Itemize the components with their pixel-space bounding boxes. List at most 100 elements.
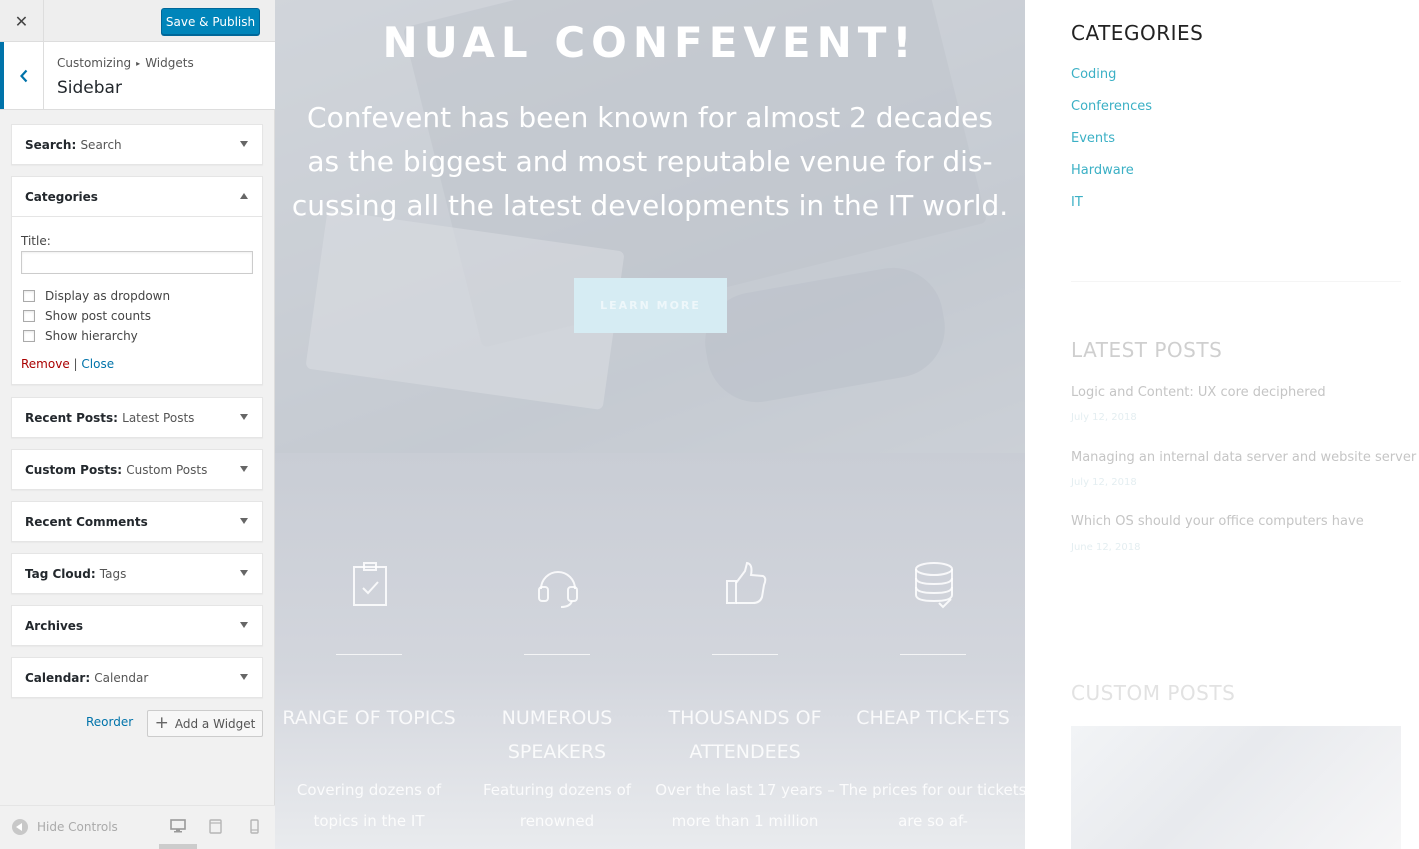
feature-divider: [712, 654, 778, 655]
title-input[interactable]: [21, 251, 253, 274]
expand-arrow-icon[interactable]: [240, 674, 248, 680]
collapse-arrow-icon[interactable]: [240, 193, 248, 199]
feature-text: The prices for our tickets are so af-: [839, 781, 1027, 830]
post-link[interactable]: Which OS should your office computers ha…: [1071, 514, 1364, 529]
feature-divider: [524, 654, 590, 655]
widget-search-header[interactable]: Search: Search: [12, 125, 262, 164]
show-post-counts-option[interactable]: Show post counts: [23, 309, 151, 323]
mobile-device-icon[interactable]: [250, 819, 259, 834]
breadcrumb-parent: Customizing: [57, 56, 132, 70]
hero-text: Confevent has been known for almost 2 de…: [291, 101, 1009, 222]
back-button[interactable]: [0, 42, 44, 109]
feature-divider: [900, 654, 966, 655]
site-preview: NUAL CONFEVENT! Confevent has been known…: [275, 0, 1419, 849]
breadcrumb-separator: ▸: [136, 59, 141, 68]
remove-link[interactable]: Remove: [21, 357, 70, 371]
custom-post-thumbnail[interactable]: [1071, 726, 1401, 849]
widget-calendar-header[interactable]: Calendar: Calendar: [12, 658, 262, 697]
category-link[interactable]: Hardware: [1071, 163, 1152, 195]
show-hierarchy-label: Show hierarchy: [45, 329, 138, 343]
headset-icon: [538, 571, 578, 608]
close-icon: ✕: [14, 11, 29, 31]
widget-calendar: Calendar: Calendar: [11, 657, 263, 698]
widget-recent-posts: Recent Posts: Latest Posts: [11, 397, 263, 438]
widget-title: Calendar: Calendar: [25, 670, 149, 685]
latest-posts-heading: LATEST POSTS: [1071, 338, 1223, 362]
section-header: Customizing ▸ Widgets Sidebar: [0, 42, 275, 110]
site-sidebar: CATEGORIES Coding Conferences Events Har…: [1071, 0, 1419, 849]
widget-recent-comments-header[interactable]: Recent Comments: [12, 502, 262, 541]
post-date: July 12, 2018: [1071, 477, 1137, 488]
close-link[interactable]: Close: [81, 357, 114, 371]
add-widget-label: Add a Widget: [174, 716, 256, 731]
widget-custom-posts: Custom Posts: Custom Posts: [11, 449, 263, 490]
widget-title: Search: Search: [25, 137, 122, 152]
actions-divider: |: [73, 357, 78, 371]
categories-list: Coding Conferences Events Hardware IT: [1071, 67, 1152, 227]
widget-categories: Categories Title: Display as dropdown Sh…: [11, 176, 263, 385]
post-date: July 12, 2018: [1071, 412, 1137, 423]
database-icon: [915, 562, 953, 609]
show-hierarchy-option[interactable]: Show hierarchy: [23, 329, 138, 343]
feature-item: CHEAP TICK-ETS The prices for our ticket…: [839, 453, 1027, 849]
post-date: June 12, 2018: [1071, 542, 1141, 553]
expand-arrow-icon[interactable]: [240, 414, 248, 420]
features-section: RANGE OF TOPICS Covering dozens of topic…: [275, 453, 1027, 849]
customizer-footer: Hide Controls: [0, 805, 275, 849]
widget-tag-cloud: Tag Cloud: Tags: [11, 553, 263, 594]
save-publish-button[interactable]: Save & Publish: [161, 8, 260, 35]
show-hierarchy-checkbox[interactable]: [23, 330, 35, 342]
category-link[interactable]: Conferences: [1071, 99, 1152, 131]
feature-item: RANGE OF TOPICS Covering dozens of topic…: [275, 453, 463, 849]
widget-title: Archives: [25, 618, 84, 633]
collapse-icon: [12, 819, 28, 835]
widget-archives: Archives: [11, 605, 263, 646]
display-dropdown-option[interactable]: Display as dropdown: [23, 289, 170, 303]
display-dropdown-checkbox[interactable]: [23, 290, 35, 302]
widget-actions: Remove | Close: [21, 357, 114, 371]
feature-divider: [336, 654, 402, 655]
hero-section: NUAL CONFEVENT! Confevent has been known…: [275, 0, 1025, 453]
display-dropdown-label: Display as dropdown: [45, 289, 171, 303]
expand-arrow-icon[interactable]: [240, 518, 248, 524]
expand-arrow-icon[interactable]: [240, 466, 248, 472]
widget-title: Recent Posts: Latest Posts: [25, 410, 195, 425]
chevron-left-icon: [19, 69, 27, 82]
feature-title: RANGE OF TOPICS: [282, 707, 456, 729]
expand-arrow-icon[interactable]: [240, 622, 248, 628]
category-link[interactable]: Coding: [1071, 67, 1152, 99]
hide-controls-button[interactable]: Hide Controls: [12, 819, 118, 835]
show-post-counts-checkbox[interactable]: [23, 310, 35, 322]
feature-title: CHEAP TICK-ETS: [856, 707, 1010, 729]
desktop-device-icon[interactable]: [170, 819, 186, 833]
categories-heading: CATEGORIES: [1071, 21, 1204, 45]
category-link[interactable]: IT: [1071, 195, 1152, 227]
expand-arrow-icon[interactable]: [240, 570, 248, 576]
sidebar-divider: [1071, 281, 1401, 282]
close-customizer-button[interactable]: ✕: [0, 0, 44, 42]
category-link[interactable]: Events: [1071, 131, 1152, 163]
expand-arrow-icon[interactable]: [240, 141, 248, 147]
feature-text: Over the last 17 years – more than 1 mil…: [655, 781, 835, 830]
feature-title: THOUSANDS OF ATTENDEES: [668, 707, 822, 763]
widget-tag-cloud-header[interactable]: Tag Cloud: Tags: [12, 554, 262, 593]
add-widget-button[interactable]: + Add a Widget: [147, 710, 263, 737]
customizer-header: ✕ Save & Publish: [0, 0, 275, 42]
feature-title: NUMEROUS SPEAKERS: [501, 707, 613, 763]
widget-custom-posts-header[interactable]: Custom Posts: Custom Posts: [12, 450, 262, 489]
post-link[interactable]: Managing an internal data server and web…: [1071, 450, 1416, 465]
feature-item: NUMEROUS SPEAKERS Featuring dozens of re…: [463, 453, 651, 849]
customizer-panel: ✕ Save & Publish Customizing ▸ Widgets Sid…: [0, 0, 275, 849]
reorder-link[interactable]: Reorder: [86, 715, 133, 729]
learn-more-button[interactable]: LEARN MORE: [574, 278, 727, 333]
widget-categories-header[interactable]: Categories: [12, 177, 262, 216]
show-post-counts-label: Show post counts: [45, 309, 152, 323]
post-link[interactable]: Logic and Content: UX core deciphered: [1071, 385, 1326, 400]
widget-recent-posts-header[interactable]: Recent Posts: Latest Posts: [12, 398, 262, 437]
widget-archives-header[interactable]: Archives: [12, 606, 262, 645]
widget-title: Tag Cloud: Tags: [25, 566, 127, 581]
section-title: Sidebar: [57, 78, 122, 98]
tablet-device-icon[interactable]: [209, 819, 222, 834]
widget-search: Search: Search: [11, 124, 263, 165]
feature-item: THOUSANDS OF ATTENDEES Over the last 17 …: [651, 453, 839, 849]
